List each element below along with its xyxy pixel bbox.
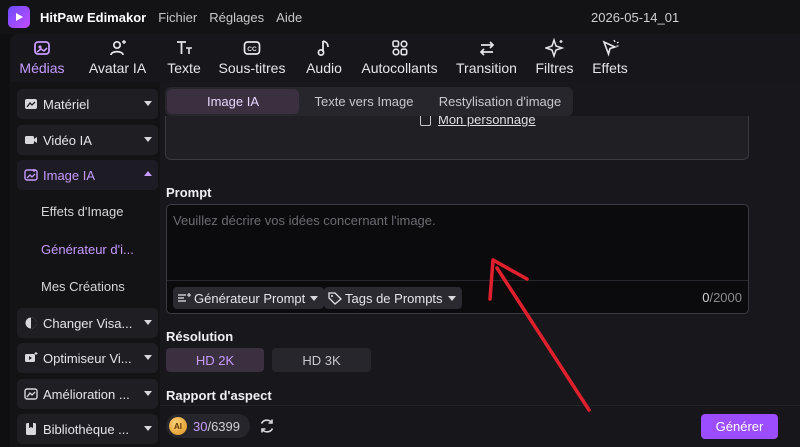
credits-total: /6399: [207, 418, 241, 434]
resolution-hd2k-button[interactable]: HD 2K: [166, 348, 264, 372]
character-box: Mon personnage: [165, 112, 749, 160]
app-logo-icon: [8, 6, 30, 28]
app-name: HitPaw Edimakor: [40, 9, 147, 25]
chevron-down-icon: [144, 355, 152, 360]
sidebar: Matériel Vidéo IA Image IA Effets d'Imag…: [10, 82, 160, 447]
tool-audio-label: Audio: [306, 60, 342, 76]
video-optimizer-icon: [23, 350, 39, 366]
sidebar-item-label: Bibliothèque ...: [43, 421, 130, 437]
tool-avatar-ia[interactable]: Avatar IA: [74, 34, 161, 82]
chevron-down-icon: [144, 101, 152, 106]
chevron-down-icon: [447, 295, 456, 301]
library-icon: [23, 421, 39, 437]
resolution-hd3k-button[interactable]: HD 3K: [272, 348, 371, 372]
prompt-box: Générateur Prompt Tags de Prompts 0/2000: [166, 204, 749, 314]
tool-autocollants[interactable]: Autocollants: [351, 34, 448, 82]
sidebar-item-changer-visage[interactable]: Changer Visa...: [17, 308, 158, 338]
sidebar-item-label: Amélioration ...: [43, 386, 130, 402]
credits-current: 30: [193, 418, 208, 434]
tool-autocollants-label: Autocollants: [361, 60, 438, 76]
tag-icon: [328, 291, 342, 305]
tool-medias[interactable]: Médias: [10, 34, 74, 82]
tool-filtres[interactable]: Filtres: [525, 34, 584, 82]
sidebar-item-bibliotheque[interactable]: Bibliothèque ...: [17, 414, 158, 444]
tool-sous-titres-label: Sous-titres: [218, 60, 286, 76]
face-swap-icon: [23, 315, 39, 331]
prompt-tags-label: Tags de Prompts: [345, 290, 443, 306]
sidebar-item-label: Matériel: [43, 96, 90, 112]
effects-icon: [602, 39, 619, 57]
sidebar-item-optimiseur-video[interactable]: Optimiseur Vi...: [17, 343, 158, 373]
audio-icon: [317, 40, 329, 56]
sidebar-item-materiel[interactable]: Matériel: [17, 89, 158, 119]
chevron-down-icon: [144, 426, 152, 431]
generate-button[interactable]: Générer: [701, 414, 778, 439]
avatar-icon: [109, 40, 126, 56]
sidebar-item-label: Changer Visa...: [43, 315, 133, 331]
ai-coin-icon: AI: [169, 417, 187, 435]
aspect-ratio-label: Rapport d'aspect: [166, 388, 272, 403]
sidebar-item-label: Optimiseur Vi...: [43, 350, 132, 366]
video-ai-icon: [23, 132, 39, 148]
tool-sous-titres[interactable]: CC Sous-titres: [207, 34, 297, 82]
tool-effets[interactable]: Effets: [584, 34, 636, 82]
sidebar-item-label: Vidéo IA: [43, 132, 92, 148]
tool-medias-label: Médias: [19, 60, 65, 76]
prompt-tags-dropdown[interactable]: Tags de Prompts: [324, 287, 462, 309]
text-icon: [177, 41, 192, 54]
sidebar-item-label: Image IA: [43, 167, 96, 183]
credits-badge: AI 30 /6399: [166, 414, 250, 438]
char-counter: 0/2000: [702, 290, 742, 305]
tool-texte-label: Texte: [167, 60, 201, 76]
tool-effets-label: Effets: [592, 60, 628, 76]
chevron-up-icon: [144, 171, 152, 176]
refresh-icon[interactable]: [258, 417, 276, 435]
tab-texte-vers-image[interactable]: Texte vers Image: [299, 89, 429, 114]
image-ai-icon: [23, 167, 39, 183]
tool-transition[interactable]: Transition: [448, 34, 525, 82]
prompt-divider: [167, 280, 748, 281]
prompt-generator-label: Générateur Prompt: [194, 290, 306, 306]
filters-icon: [544, 38, 564, 58]
tool-audio[interactable]: Audio: [297, 34, 351, 82]
transition-icon: [479, 41, 494, 56]
subtitles-icon: CC: [243, 41, 261, 55]
char-max: /2000: [709, 290, 742, 305]
image-tabs: Image IA Texte vers Image Restylisation …: [165, 87, 573, 116]
tool-avatar-label: Avatar IA: [88, 60, 147, 76]
sidebar-subitem-effets-image[interactable]: Effets d'Image: [41, 204, 123, 219]
chevron-down-icon: [144, 137, 152, 142]
material-icon: [23, 96, 39, 112]
chevron-down-icon: [144, 320, 152, 325]
magic-list-icon: [178, 293, 191, 302]
chevron-down-icon: [144, 391, 152, 396]
title-bar: HitPaw Edimakor Fichier Réglages Aide 20…: [0, 0, 800, 34]
sidebar-item-amelioration[interactable]: Amélioration ...: [17, 379, 158, 409]
project-name: 2026-05-14_01: [591, 10, 680, 25]
tool-transition-label: Transition: [456, 60, 517, 76]
tool-filtres-label: Filtres: [535, 60, 574, 76]
sidebar-item-image-ia[interactable]: Image IA: [17, 160, 158, 190]
bottom-bar: AI 30 /6399 Générer: [160, 405, 800, 447]
sidebar-item-video-ia[interactable]: Vidéo IA: [17, 125, 158, 155]
chevron-down-icon: [310, 295, 319, 301]
media-icon: [34, 41, 50, 55]
prompt-label: Prompt: [166, 185, 212, 200]
tab-restylisation[interactable]: Restylisation d'image: [429, 89, 571, 114]
resolution-label: Résolution: [166, 329, 234, 344]
enhance-icon: [23, 386, 39, 402]
menu-reglages[interactable]: Réglages: [209, 10, 264, 25]
tab-image-ia[interactable]: Image IA: [167, 89, 299, 114]
sidebar-subitem-generateur-image[interactable]: Générateur d'i...: [41, 242, 134, 257]
menu-aide[interactable]: Aide: [276, 10, 302, 25]
stickers-icon: [391, 40, 408, 56]
main-toolbar: Médias Avatar IA Texte CC Sous-titres Au…: [10, 34, 800, 82]
prompt-input[interactable]: [167, 205, 748, 280]
menu-fichier[interactable]: Fichier: [158, 10, 197, 25]
svg-text:CC: CC: [247, 46, 257, 53]
main-panel: Mon personnage Image IA Texte vers Image…: [160, 82, 800, 447]
sidebar-subitem-mes-creations[interactable]: Mes Créations: [41, 279, 125, 294]
prompt-generator-dropdown[interactable]: Générateur Prompt: [173, 287, 325, 309]
tool-texte[interactable]: Texte: [161, 34, 207, 82]
